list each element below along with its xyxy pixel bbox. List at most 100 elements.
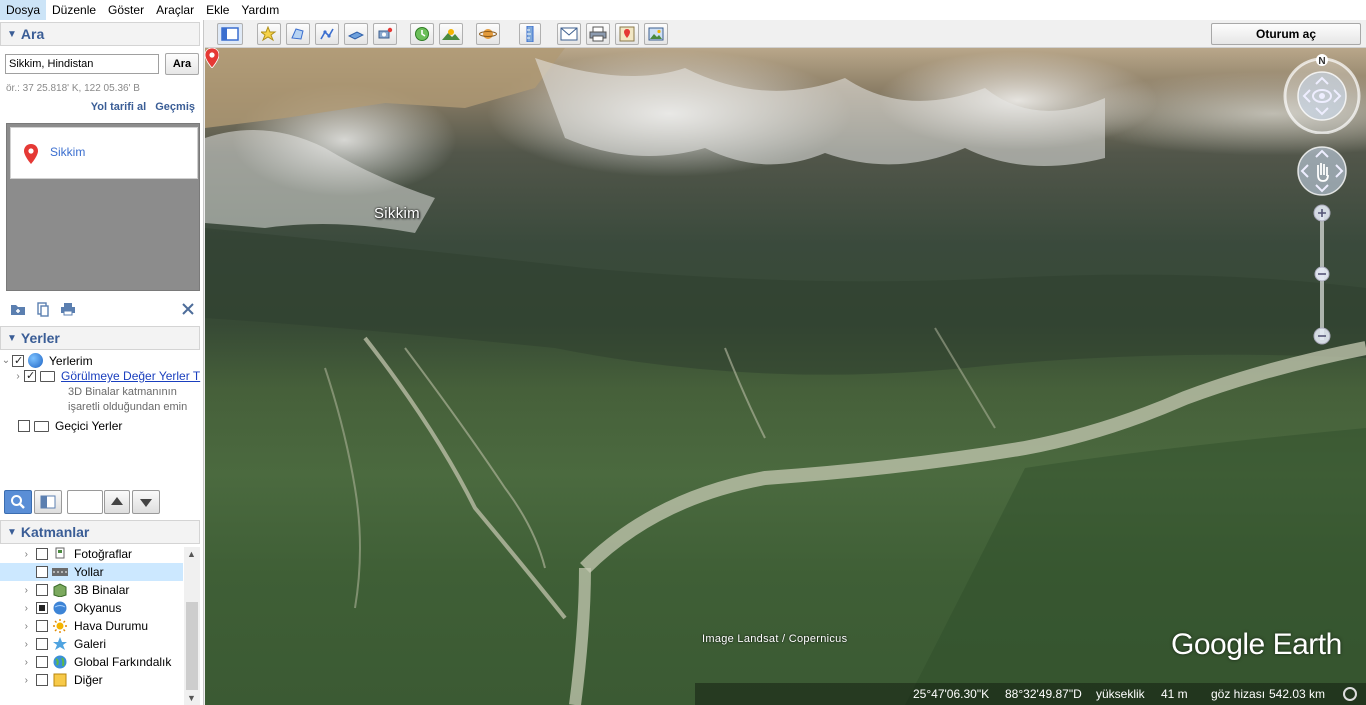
arrow-up-icon <box>111 497 123 505</box>
places-section-header[interactable]: ▼ Yerler <box>0 326 200 350</box>
compass-control[interactable]: N <box>1283 54 1361 134</box>
layer-row-photos[interactable]: › Fotoğraflar <box>0 545 183 563</box>
layer-row-3d-buildings[interactable]: › 3B Binalar <box>0 581 183 599</box>
menu-file[interactable]: Dosya <box>0 0 47 20</box>
chevron-right-icon[interactable]: › <box>0 657 36 668</box>
menu-bar: Dosya Düzenle Göster Araçlar Ekle Yardım <box>0 0 1366 20</box>
layer-checkbox-photos[interactable] <box>36 548 48 560</box>
chevron-right-icon[interactable]: › <box>12 371 24 382</box>
layer-label-weather: Hava Durumu <box>74 619 149 633</box>
ruler-button[interactable] <box>519 23 541 45</box>
get-directions-link[interactable]: Yol tarifi al <box>91 101 146 113</box>
sightseeing-link[interactable]: Görülmeye Değer Yerler T <box>61 369 200 383</box>
chevron-right-icon[interactable]: › <box>0 639 36 650</box>
add-path-button[interactable] <box>315 23 339 45</box>
layers-section-header[interactable]: ▼ Katmanlar <box>0 520 200 544</box>
historical-imagery-button[interactable] <box>410 23 434 45</box>
move-down-button[interactable] <box>132 490 160 514</box>
record-tour-button[interactable] <box>373 23 397 45</box>
chevron-right-icon[interactable]: › <box>0 603 36 614</box>
buildings-3d-icon <box>53 583 67 597</box>
chevron-down-icon[interactable]: ⌄ <box>0 355 12 366</box>
search-button[interactable]: Ara <box>165 53 199 75</box>
layers-list: › Fotoğraflar Yollar › 3B Binalar › Okya… <box>0 545 200 705</box>
search-result-label: Sikkim <box>50 145 86 159</box>
places-section-title: Yerler <box>20 330 60 346</box>
my-places-checkbox[interactable] <box>12 354 24 367</box>
save-image-button[interactable] <box>644 23 668 45</box>
print-icon <box>589 26 607 42</box>
layer-checkbox-global-awareness[interactable] <box>36 656 48 668</box>
tree-row-sightseeing[interactable]: › Görülmeye Değer Yerler T <box>12 369 200 383</box>
email-button[interactable] <box>557 23 581 45</box>
sunlight-button[interactable] <box>439 23 463 45</box>
save-image-icon <box>648 27 664 41</box>
close-icon[interactable] <box>179 300 197 318</box>
layer-row-global-awareness[interactable]: › Global Farkındalık <box>0 653 183 671</box>
toggle-sidebar-button[interactable] <box>217 23 243 45</box>
scroll-up-icon[interactable]: ▲ <box>187 549 196 559</box>
history-link[interactable]: Geçmiş <box>155 101 195 113</box>
map-placemark-label[interactable]: Sikkim <box>374 205 420 222</box>
save-to-places-icon[interactable] <box>9 300 27 318</box>
layer-row-more[interactable]: › Diğer <box>0 671 183 689</box>
layer-checkbox-more[interactable] <box>36 674 48 686</box>
status-elevation-value: 41 m <box>1161 687 1188 701</box>
toggle-panel-button[interactable] <box>34 490 62 514</box>
map-placemark-pin-icon[interactable] <box>205 48 219 68</box>
menu-view[interactable]: Göster <box>102 0 150 20</box>
sidebar: ▼ Ara Ara ör.: 37 25.818' K, 122 05.36' … <box>0 20 204 705</box>
sightseeing-checkbox[interactable] <box>24 370 36 382</box>
layer-row-gallery[interactable]: › Galeri <box>0 635 183 653</box>
copy-icon[interactable] <box>34 300 52 318</box>
chevron-right-icon[interactable]: › <box>0 585 36 596</box>
places-filter-field[interactable] <box>67 490 103 514</box>
sign-in-button[interactable]: Oturum aç <box>1211 23 1361 45</box>
zoom-slider[interactable] <box>1312 204 1332 350</box>
layer-checkbox-weather[interactable] <box>36 620 48 632</box>
layer-label-3d-buildings: 3B Binalar <box>74 583 130 597</box>
layer-row-weather[interactable]: › Hava Durumu <box>0 617 183 635</box>
photo-icon <box>55 547 65 559</box>
chevron-right-icon[interactable]: › <box>0 675 36 686</box>
print-icon[interactable] <box>59 300 77 318</box>
add-placemark-button[interactable] <box>257 23 281 45</box>
pan-control[interactable] <box>1296 145 1348 197</box>
search-input[interactable] <box>5 54 159 74</box>
layer-checkbox-gallery[interactable] <box>36 638 48 650</box>
add-polygon-button[interactable] <box>286 23 310 45</box>
temporary-places-checkbox[interactable] <box>18 420 30 432</box>
layer-checkbox-roads[interactable] <box>36 566 48 578</box>
map-view[interactable]: Sikkim N Image Landsat / Copernicus Goog… <box>205 48 1366 705</box>
move-up-button[interactable] <box>104 490 130 514</box>
add-image-overlay-button[interactable] <box>344 23 368 45</box>
google-earth-logo: Google Earth <box>1171 628 1342 661</box>
print-button[interactable] <box>586 23 610 45</box>
chevron-right-icon[interactable]: › <box>0 549 36 560</box>
clock-icon <box>415 27 429 41</box>
temporary-places-label: Geçici Yerler <box>55 419 123 433</box>
layers-scrollbar[interactable]: ▲ ▼ <box>184 547 200 705</box>
image-overlay-icon <box>347 31 365 40</box>
menu-tools[interactable]: Araçlar <box>150 0 200 20</box>
layer-label-more: Diğer <box>74 673 103 687</box>
menu-edit[interactable]: Düzenle <box>46 0 102 20</box>
menu-help[interactable]: Yardım <box>235 0 285 20</box>
menu-add[interactable]: Ekle <box>200 0 235 20</box>
layer-checkbox-ocean[interactable] <box>36 602 48 614</box>
layer-row-roads[interactable]: Yollar <box>0 563 183 581</box>
layer-row-ocean[interactable]: › Okyanus <box>0 599 183 617</box>
tree-row-my-places[interactable]: ⌄ Yerlerim <box>0 353 93 368</box>
search-places-button[interactable] <box>4 490 32 514</box>
scroll-down-icon[interactable]: ▼ <box>187 693 196 703</box>
view-in-maps-button[interactable] <box>615 23 639 45</box>
switch-planet-button[interactable] <box>476 23 500 45</box>
layer-checkbox-3d-buildings[interactable] <box>36 584 48 596</box>
chevron-right-icon[interactable]: › <box>0 621 36 632</box>
search-result-item[interactable]: Sikkim <box>10 127 198 179</box>
sun-icon <box>442 29 460 40</box>
search-section-header[interactable]: ▼ Ara <box>0 22 200 46</box>
layers-scrollbar-thumb[interactable] <box>186 602 198 690</box>
tree-row-temporary-places[interactable]: Geçici Yerler <box>6 419 122 433</box>
placemark-add-icon <box>259 25 277 42</box>
